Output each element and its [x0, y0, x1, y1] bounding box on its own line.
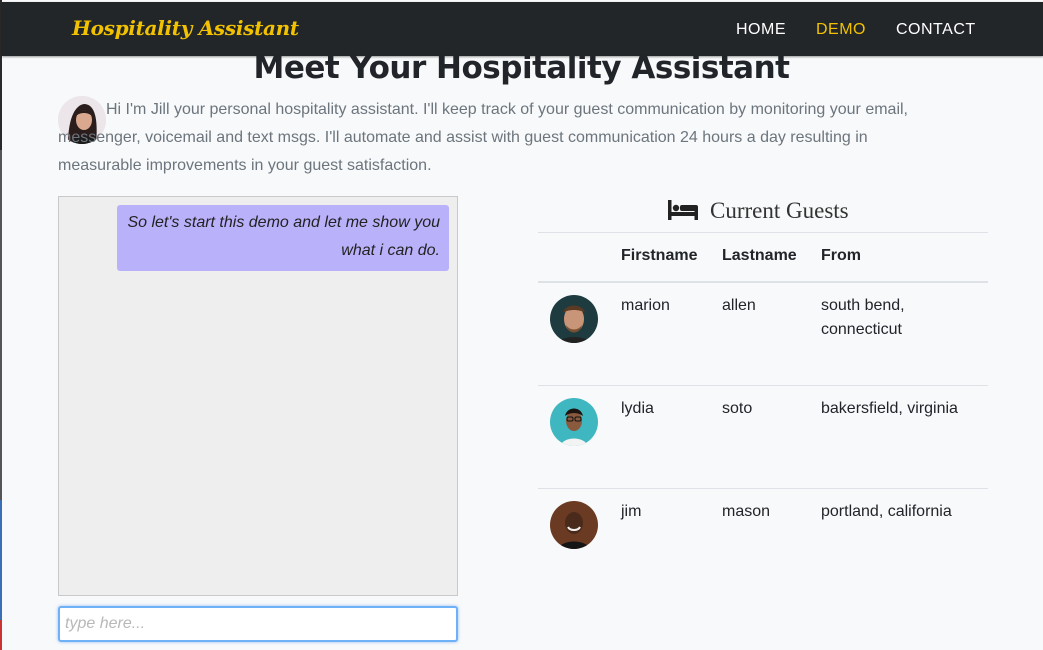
brand-logo[interactable]: Hospitality Assistant	[72, 16, 299, 40]
guest-firstname: lydia	[621, 400, 654, 417]
guest-avatar	[550, 295, 598, 343]
table-divider	[538, 232, 988, 233]
guest-lastname: mason	[722, 503, 771, 520]
page-title: Meet Your Hospitality Assistant	[253, 50, 790, 86]
guest-lastname: soto	[722, 400, 753, 417]
window-edge	[0, 150, 2, 500]
guest-from: bakersfield, virginia	[821, 400, 958, 417]
guest-firstname: marion	[621, 297, 670, 314]
guests-title: Current Guests	[668, 196, 849, 226]
guests-title-label: Current Guests	[710, 198, 849, 223]
guest-lastname: allen	[722, 297, 756, 314]
table-divider	[538, 385, 988, 386]
nav-home-link[interactable]: HOME	[736, 21, 786, 39]
navbar: Hospitality Assistant HOME DEMO CONTACT	[2, 2, 1043, 56]
guest-avatar	[550, 501, 598, 549]
guest-from: portland, california	[821, 503, 952, 520]
guest-avatar	[550, 398, 598, 446]
column-header-from: From	[821, 247, 861, 264]
bed-icon	[668, 198, 710, 225]
guest-from: south bend, connecticut	[821, 297, 905, 338]
chat-message: So let's start this demo and let me show…	[117, 205, 449, 271]
guest-firstname: jim	[621, 503, 642, 520]
chat-window[interactable]: So let's start this demo and let me show…	[58, 196, 458, 596]
table-divider	[538, 281, 988, 283]
column-header-lastname: Lastname	[722, 247, 797, 264]
nav-demo-link[interactable]: DEMO	[816, 21, 866, 39]
column-header-firstname: Firstname	[621, 247, 698, 264]
window-edge	[0, 500, 2, 620]
window-edge	[0, 620, 2, 650]
table-divider	[538, 488, 988, 489]
intro-text: Hi I'm Jill your personal hospitality as…	[58, 101, 908, 174]
nav-contact-link[interactable]: CONTACT	[896, 21, 976, 39]
chat-input[interactable]	[58, 606, 458, 642]
